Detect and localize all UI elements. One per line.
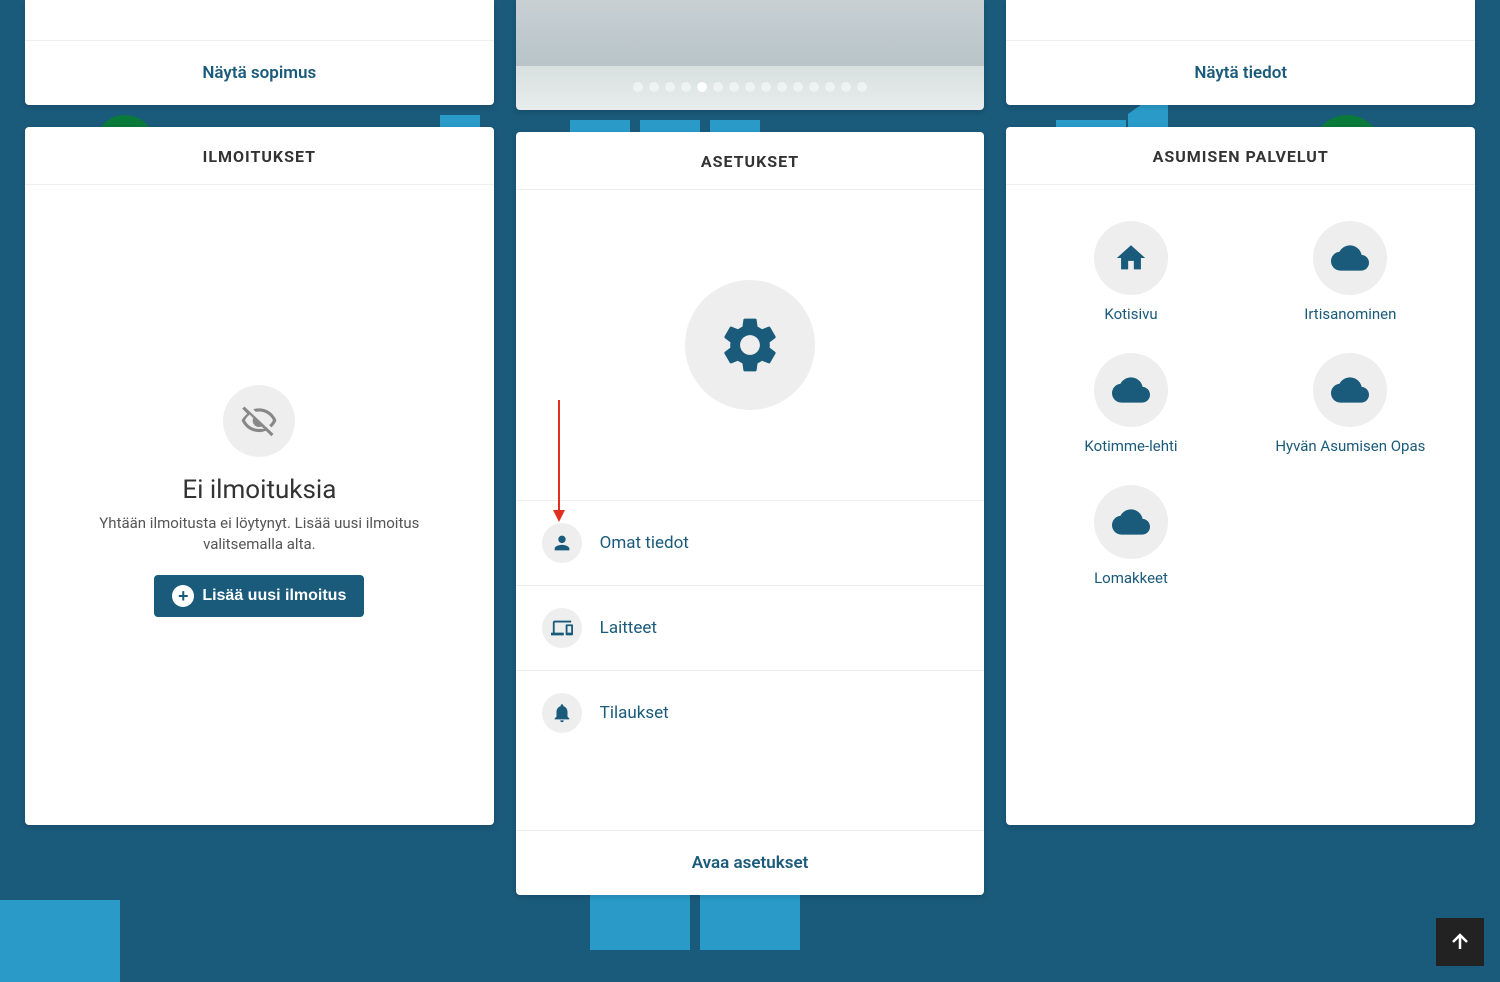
service-item-2[interactable]: Kotimme-lehti	[1026, 347, 1235, 461]
settings-row-label: Tilaukset	[600, 703, 669, 723]
cloud-icon	[1094, 485, 1168, 559]
show-contract-button[interactable]: Näytä sopimus	[25, 40, 494, 105]
details-card-partial: Näytä tiedot	[1006, 0, 1475, 105]
carousel-dot[interactable]	[841, 82, 851, 92]
settings-row-person[interactable]: Omat tiedot	[516, 501, 985, 586]
settings-row-label: Omat tiedot	[600, 533, 689, 553]
carousel-dot[interactable]	[793, 82, 803, 92]
notifications-empty-subtitle: Yhtään ilmoitusta ei löytynyt. Lisää uus…	[79, 513, 439, 555]
gallery-card-partial	[516, 0, 985, 110]
cloud-icon	[1313, 353, 1387, 427]
devices-icon	[542, 608, 582, 648]
service-label: Irtisanominen	[1304, 305, 1396, 323]
contract-card-partial: Näytä sopimus	[25, 0, 494, 105]
carousel-dots	[516, 82, 985, 92]
settings-header: ASETUKSET	[516, 132, 985, 190]
service-item-4[interactable]: Lomakkeet	[1026, 479, 1235, 593]
add-notification-label: Lisää uusi ilmoitus	[202, 587, 346, 605]
service-label: Kotisivu	[1104, 305, 1157, 323]
service-item-0[interactable]: Kotisivu	[1026, 215, 1235, 329]
settings-row-devices[interactable]: Laitteet	[516, 586, 985, 671]
visibility-off-icon	[223, 385, 295, 457]
carousel-dot[interactable]	[857, 82, 867, 92]
service-label: Hyvän Asumisen Opas	[1275, 437, 1425, 455]
carousel-dot[interactable]	[777, 82, 787, 92]
show-details-button[interactable]: Näytä tiedot	[1006, 40, 1475, 105]
settings-row-bell[interactable]: Tilaukset	[516, 671, 985, 755]
carousel-dot[interactable]	[729, 82, 739, 92]
carousel-dot[interactable]	[809, 82, 819, 92]
notifications-card: ILMOITUKSET Ei ilmoituksia Yhtään ilmoit…	[25, 127, 494, 825]
carousel-dot[interactable]	[761, 82, 771, 92]
carousel-dot[interactable]	[633, 82, 643, 92]
notifications-header: ILMOITUKSET	[25, 127, 494, 185]
services-card: ASUMISEN PALVELUT Kotisivu Irtisanominen K…	[1006, 127, 1475, 825]
carousel-dot[interactable]	[825, 82, 835, 92]
gear-icon	[685, 280, 815, 410]
scroll-to-top-button[interactable]	[1436, 918, 1484, 966]
service-label: Kotimme-lehti	[1084, 437, 1177, 455]
carousel-dot[interactable]	[697, 82, 707, 92]
settings-card: ASETUKSET Omat tiedot Laitteet Tilaukset A…	[516, 132, 985, 895]
service-item-3[interactable]: Hyvän Asumisen Opas	[1246, 347, 1455, 461]
carousel-dot[interactable]	[745, 82, 755, 92]
service-label: Lomakkeet	[1094, 569, 1168, 587]
bell-icon	[542, 693, 582, 733]
settings-row-label: Laitteet	[600, 618, 657, 638]
home-icon	[1094, 221, 1168, 295]
annotation-arrow	[558, 400, 560, 520]
person-icon	[542, 523, 582, 563]
cloud-icon	[1313, 221, 1387, 295]
add-notification-button[interactable]: + Lisää uusi ilmoitus	[154, 575, 364, 617]
carousel-dot[interactable]	[713, 82, 723, 92]
carousel-dot[interactable]	[665, 82, 675, 92]
cloud-icon	[1094, 353, 1168, 427]
open-settings-button[interactable]: Avaa asetukset	[516, 830, 985, 895]
carousel-dot[interactable]	[681, 82, 691, 92]
carousel-dot[interactable]	[649, 82, 659, 92]
service-item-1[interactable]: Irtisanominen	[1246, 215, 1455, 329]
notifications-empty-title: Ei ilmoituksia	[182, 475, 336, 505]
services-header: ASUMISEN PALVELUT	[1006, 127, 1475, 185]
plus-icon: +	[172, 585, 194, 607]
